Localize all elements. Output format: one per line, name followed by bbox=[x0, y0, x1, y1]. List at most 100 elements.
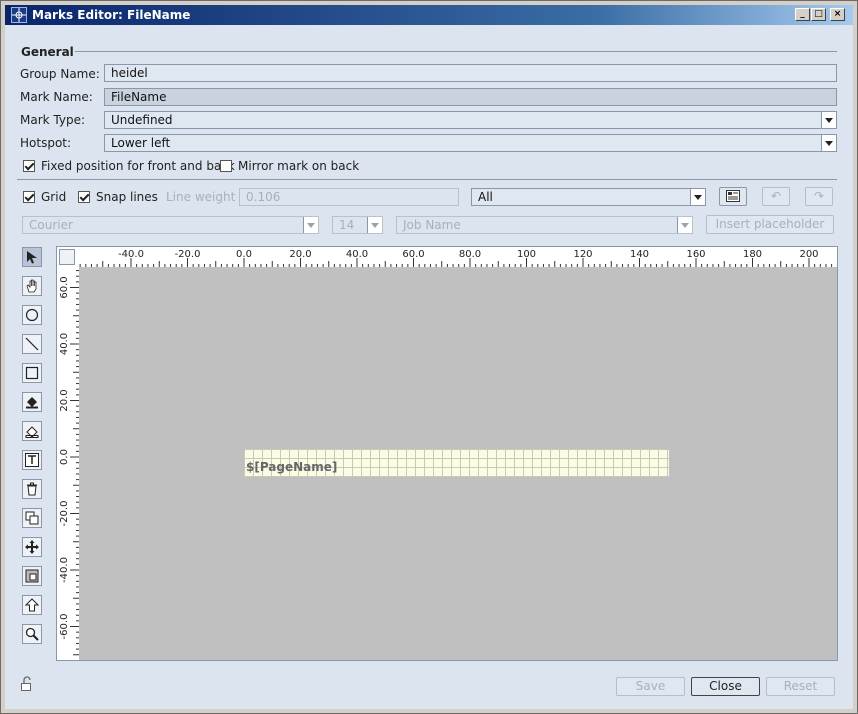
ruler-label: 100 bbox=[517, 249, 536, 260]
delete-tool[interactable] bbox=[22, 479, 42, 499]
ruler-label: -40.0 bbox=[118, 249, 144, 260]
text-icon bbox=[25, 453, 39, 467]
select-arrow-icon bbox=[27, 251, 37, 264]
ruler-label: 60.0 bbox=[402, 249, 424, 260]
placeholder-select[interactable]: Job Name bbox=[396, 216, 693, 234]
unlock-icon[interactable] bbox=[19, 676, 35, 692]
ruler-label: 160 bbox=[686, 249, 705, 260]
insert-placeholder-button[interactable]: Insert placeholder bbox=[706, 215, 834, 234]
text-tool[interactable] bbox=[22, 450, 42, 470]
line-weight-field[interactable]: 0.106 bbox=[239, 188, 459, 206]
font-size-value: 14 bbox=[339, 218, 355, 232]
ruler-label: 60.0 bbox=[59, 276, 70, 298]
group-name-label: Group Name: bbox=[20, 67, 100, 81]
hand-tool[interactable] bbox=[22, 276, 42, 296]
fill-tool[interactable] bbox=[22, 392, 42, 412]
rectangle-icon bbox=[25, 366, 39, 380]
circle-tool[interactable] bbox=[22, 305, 42, 325]
image-tool[interactable] bbox=[22, 421, 42, 441]
maximize-button[interactable]: □ bbox=[811, 8, 826, 21]
hotspot-label: Hotspot: bbox=[20, 136, 72, 150]
font-value: Courier bbox=[29, 218, 73, 232]
duplicate-tool[interactable] bbox=[22, 508, 42, 528]
ruler-label: 80.0 bbox=[459, 249, 481, 260]
zoom-tool[interactable] bbox=[22, 624, 42, 644]
chevron-down-icon[interactable] bbox=[821, 135, 836, 151]
mark-type-value: Undefined bbox=[111, 113, 173, 127]
text-mark[interactable]: $[PageName] bbox=[244, 449, 669, 477]
layer-select[interactable]: All bbox=[471, 188, 706, 206]
ruler-label: 20.0 bbox=[289, 249, 311, 260]
layer-value: All bbox=[478, 190, 493, 204]
line-tool[interactable] bbox=[22, 334, 42, 354]
resize-icon bbox=[25, 569, 39, 583]
redo-button[interactable]: ↷ bbox=[805, 187, 833, 206]
close-window-button[interactable]: × bbox=[830, 8, 845, 21]
drawing-canvas[interactable]: $[PageName] bbox=[79, 267, 837, 660]
hotspot-select[interactable]: Lower left bbox=[104, 134, 837, 152]
mirror-mark-checkbox[interactable] bbox=[220, 160, 232, 172]
vertical-ruler: 60.0 40.0 20.0 0.0 -20.0 -40.0 -60.0 bbox=[57, 267, 79, 660]
mark-name-field[interactable]: FileName bbox=[104, 88, 837, 106]
duplicate-icon bbox=[25, 511, 39, 525]
properties-icon bbox=[726, 190, 740, 202]
placeholder-value: Job Name bbox=[403, 218, 461, 232]
reset-button[interactable]: Reset bbox=[766, 677, 835, 696]
resize-tool[interactable] bbox=[22, 566, 42, 586]
ruler-label: 0.0 bbox=[236, 249, 252, 260]
canvas-frame: -40.0 -20.0 0.0 20.0 40.0 60.0 80.0 100 120 140 16… bbox=[56, 246, 838, 661]
move-tool[interactable] bbox=[22, 537, 42, 557]
editor-content: General Group Name: heidel Mark Name: Fi… bbox=[5, 25, 853, 709]
chevron-down-icon[interactable] bbox=[677, 217, 692, 233]
undo-button[interactable]: ↶ bbox=[762, 187, 790, 206]
ruler-label: -60.0 bbox=[59, 614, 70, 640]
window-title: Marks Editor: FileName bbox=[32, 8, 191, 22]
font-size-select[interactable]: 14 bbox=[332, 216, 383, 234]
bring-front-icon bbox=[25, 598, 39, 612]
hotspot-value: Lower left bbox=[111, 136, 171, 150]
grid-label: Grid bbox=[41, 190, 67, 204]
properties-button[interactable] bbox=[719, 187, 747, 206]
general-section-label: General bbox=[21, 45, 74, 59]
select-arrow-tool[interactable] bbox=[22, 247, 42, 267]
ruler-label: 40.0 bbox=[346, 249, 368, 260]
ruler-label: -40.0 bbox=[59, 557, 70, 583]
line-weight-label: Line weight bbox=[166, 190, 236, 204]
title-bar[interactable]: Marks Editor: FileName _ □ × bbox=[5, 5, 853, 25]
save-button[interactable]: Save bbox=[616, 677, 685, 696]
group-name-field[interactable]: heidel bbox=[104, 64, 837, 82]
crosshair-icon bbox=[11, 7, 27, 23]
bring-front-tool[interactable] bbox=[22, 595, 42, 615]
ruler-label: 140 bbox=[630, 249, 649, 260]
marks-editor-window: Marks Editor: FileName _ □ × General Gro… bbox=[0, 0, 858, 714]
font-select[interactable]: Courier bbox=[22, 216, 319, 234]
mark-name-label: Mark Name: bbox=[20, 90, 93, 104]
move-icon bbox=[25, 540, 39, 554]
close-button[interactable]: Close bbox=[691, 677, 760, 696]
line-icon bbox=[25, 337, 39, 351]
fixed-position-label: Fixed position for front and back bbox=[41, 159, 235, 173]
rectangle-tool[interactable] bbox=[22, 363, 42, 383]
mark-text: $[PageName] bbox=[246, 460, 338, 474]
mirror-mark-label: Mirror mark on back bbox=[238, 159, 360, 173]
chevron-down-icon[interactable] bbox=[303, 217, 318, 233]
chevron-down-icon[interactable] bbox=[821, 112, 836, 128]
ruler-label: 200 bbox=[799, 249, 818, 260]
snap-lines-label: Snap lines bbox=[96, 190, 158, 204]
minimize-button[interactable]: _ bbox=[795, 8, 810, 21]
grid-checkbox[interactable] bbox=[23, 191, 35, 203]
mark-type-label: Mark Type: bbox=[20, 113, 86, 127]
ruler-label: -20.0 bbox=[175, 249, 201, 260]
fixed-position-checkbox[interactable] bbox=[23, 160, 35, 172]
ruler-corner[interactable] bbox=[59, 249, 75, 265]
undo-icon: ↶ bbox=[770, 189, 782, 203]
zoom-icon bbox=[25, 627, 39, 641]
mark-type-select[interactable]: Undefined bbox=[104, 111, 837, 129]
snap-lines-checkbox[interactable] bbox=[78, 191, 90, 203]
ruler-label: 0.0 bbox=[59, 449, 70, 465]
ruler-label: 20.0 bbox=[59, 389, 70, 411]
ruler-label: 180 bbox=[743, 249, 762, 260]
chevron-down-icon[interactable] bbox=[690, 189, 705, 205]
chevron-down-icon[interactable] bbox=[367, 217, 382, 233]
fill-icon bbox=[26, 397, 38, 409]
